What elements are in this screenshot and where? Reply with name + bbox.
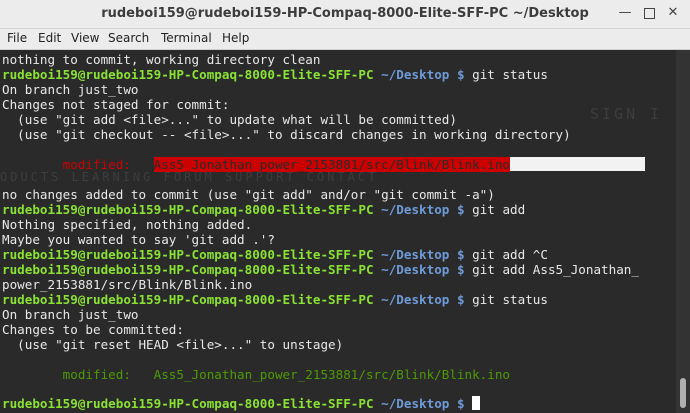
menu-bar: File Edit View Search Terminal Help — [0, 29, 690, 50]
maximize-icon[interactable] — [640, 4, 658, 22]
title-bar[interactable]: rudeboi159@rudeboi159-HP-Compaq-8000-Eli… — [0, 0, 690, 29]
menu-edit[interactable]: Edit — [38, 31, 61, 45]
background-ghost-text: SIGN I — [590, 105, 663, 123]
output-line: (use "git checkout -- <file>..." to disc… — [2, 127, 571, 142]
prompt-line: rudeboi159@rudeboi159-HP-Compaq-8000-Eli… — [2, 395, 481, 412]
window-title: rudeboi159@rudeboi159-HP-Compaq-8000-Eli… — [101, 6, 589, 21]
selected-file-text: Ass5_Jonathan_power_2153881/src/Blink/Bl… — [153, 157, 511, 172]
scrollbar-thumb[interactable] — [680, 378, 686, 408]
minimize-icon[interactable]: — — [616, 4, 634, 22]
output-line: (use "git reset HEAD <file>..." to unsta… — [2, 337, 344, 352]
scrollbar[interactable] — [676, 50, 690, 413]
menu-search[interactable]: Search — [108, 31, 149, 45]
terminal-window: rudeboi159@rudeboi159-HP-Compaq-8000-Eli… — [0, 0, 690, 413]
selection-highlight — [510, 157, 646, 171]
menu-terminal[interactable]: Terminal — [161, 31, 212, 45]
menu-view[interactable]: View — [71, 31, 99, 45]
terminal-output[interactable]: SIGN I ODUCTS LEARNING FORUM SUPPORT CON… — [0, 50, 676, 413]
text-cursor — [472, 396, 481, 410]
modified-line: modified: Ass5_Jonathan_power_2153881/sr… — [2, 367, 510, 382]
modified-line: modified: Ass5_Jonathan_power_2153881/sr… — [2, 156, 646, 173]
menu-help[interactable]: Help — [222, 31, 249, 45]
menu-file[interactable]: File — [7, 31, 27, 45]
close-icon[interactable]: ✕ — [664, 4, 682, 22]
